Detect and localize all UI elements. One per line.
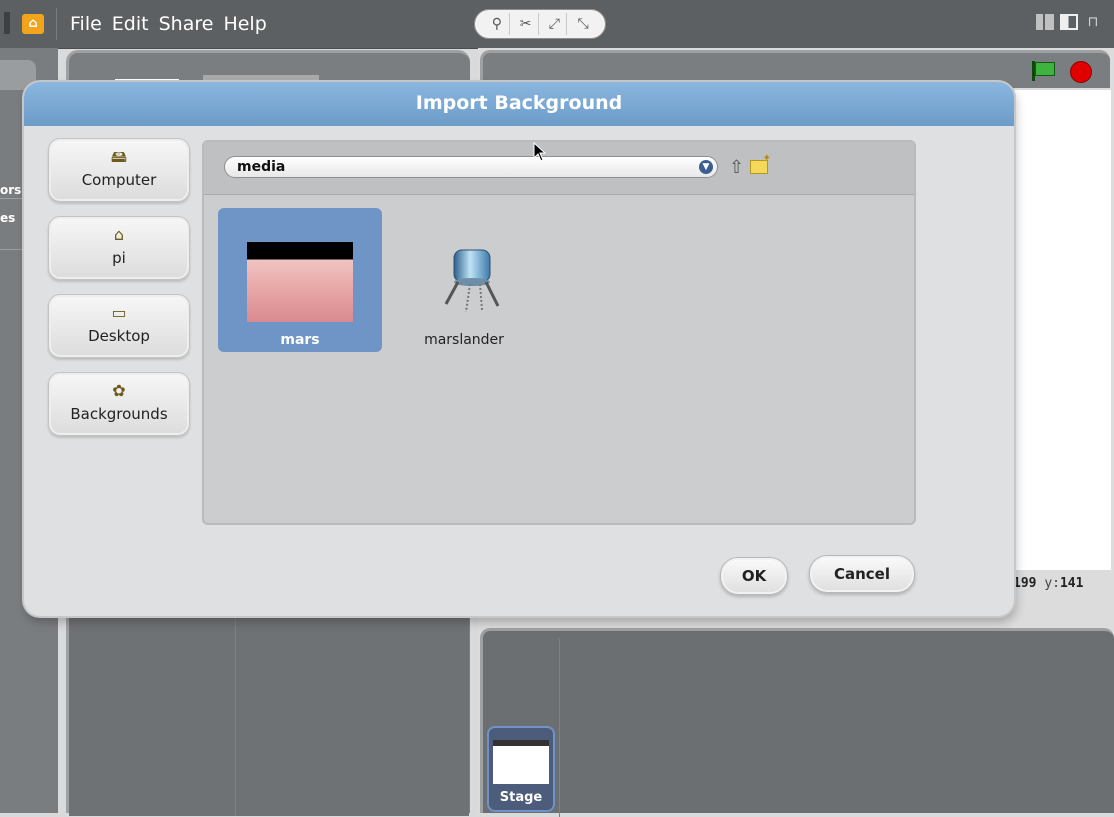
y-label: y: (1044, 576, 1060, 591)
menu-share[interactable]: Share (159, 12, 214, 36)
stage-layout-buttons: ⊓ (1036, 14, 1102, 30)
place-pi[interactable]: ⌂ pi (48, 216, 190, 280)
stamp-icon[interactable]: ⚲ (485, 13, 510, 35)
computer-icon: 🖴 (110, 147, 128, 166)
green-flag-icon[interactable] (1030, 61, 1055, 81)
menu-bar: ⌂ File Edit Share Help ⚲ ✂ ⤢ ⤡ ⊓ (0, 0, 1114, 49)
ok-button[interactable]: OK (720, 557, 788, 595)
home-icon: ⌂ (22, 14, 44, 34)
mouse-cursor-icon (533, 142, 547, 162)
file-name: mars (280, 332, 320, 348)
menu-edit[interactable]: Edit (112, 12, 149, 36)
stop-sign-icon[interactable] (1070, 61, 1092, 83)
new-folder-icon[interactable] (750, 153, 771, 174)
menu-file[interactable]: File (70, 12, 102, 36)
place-backgrounds[interactable]: ✿ Backgrounds (48, 372, 190, 436)
menu-help[interactable]: Help (223, 12, 266, 36)
path-toolbar: media ▼ ⇧ (204, 142, 914, 195)
place-computer[interactable]: 🖴 Computer (48, 138, 190, 202)
shrink-icon[interactable]: ⤡ (571, 13, 595, 35)
path-value: media (237, 159, 286, 175)
place-label: Desktop (88, 327, 150, 345)
chevron-down-icon[interactable]: ▼ (699, 160, 713, 174)
grow-icon[interactable]: ⤢ (542, 13, 568, 35)
place-label: Backgrounds (70, 405, 168, 423)
stage-thumbnail-label: Stage (499, 790, 543, 805)
place-label: Computer (81, 171, 157, 189)
main-menu: File Edit Share Help (70, 12, 267, 36)
sprite-corral: Stage (480, 628, 1114, 817)
stage-thumbnail[interactable]: Stage (487, 726, 555, 812)
cancel-button[interactable]: Cancel (809, 555, 915, 593)
scratch-logo[interactable]: ⌂ (0, 8, 57, 40)
flag-cloth (1035, 62, 1055, 76)
logo-divider (4, 12, 10, 34)
scripts-area (69, 618, 469, 816)
up-folder-icon[interactable]: ⇧ (729, 158, 744, 178)
file-item-marslander[interactable]: marslander (382, 208, 546, 352)
home-icon: ⌂ (113, 225, 125, 244)
mouse-coordinates: 199 y:141 (1013, 576, 1083, 591)
folder-icon: ▭ (111, 303, 127, 322)
file-browser: media ▼ ⇧ mars (202, 140, 916, 525)
path-dropdown[interactable]: media ▼ (224, 156, 718, 178)
place-label: pi (112, 249, 126, 267)
place-desktop[interactable]: ▭ Desktop (48, 294, 190, 358)
file-item-mars[interactable]: mars (218, 208, 382, 352)
mars-thumbnail (247, 242, 353, 322)
stage-thumbnail-image (493, 740, 549, 784)
scissors-icon[interactable]: ✂ (514, 13, 539, 35)
x-value: 199 (1013, 576, 1037, 591)
y-value: 141 (1059, 576, 1084, 591)
small-stage-icon[interactable] (1036, 14, 1054, 30)
presentation-icon[interactable]: ⊓ (1084, 14, 1102, 30)
backgrounds-icon: ✿ (112, 381, 126, 400)
normal-stage-icon[interactable] (1060, 14, 1078, 30)
file-name: marslander (424, 332, 504, 348)
marslander-thumbnail (444, 249, 500, 313)
sprite-tools: ⚲ ✂ ⤢ ⤡ (474, 9, 606, 39)
corral-divider (559, 639, 560, 817)
import-background-dialog: Import Background 🖴 Computer ⌂ pi ▭ Desk… (24, 82, 1014, 616)
dialog-title[interactable]: Import Background (24, 82, 1014, 126)
